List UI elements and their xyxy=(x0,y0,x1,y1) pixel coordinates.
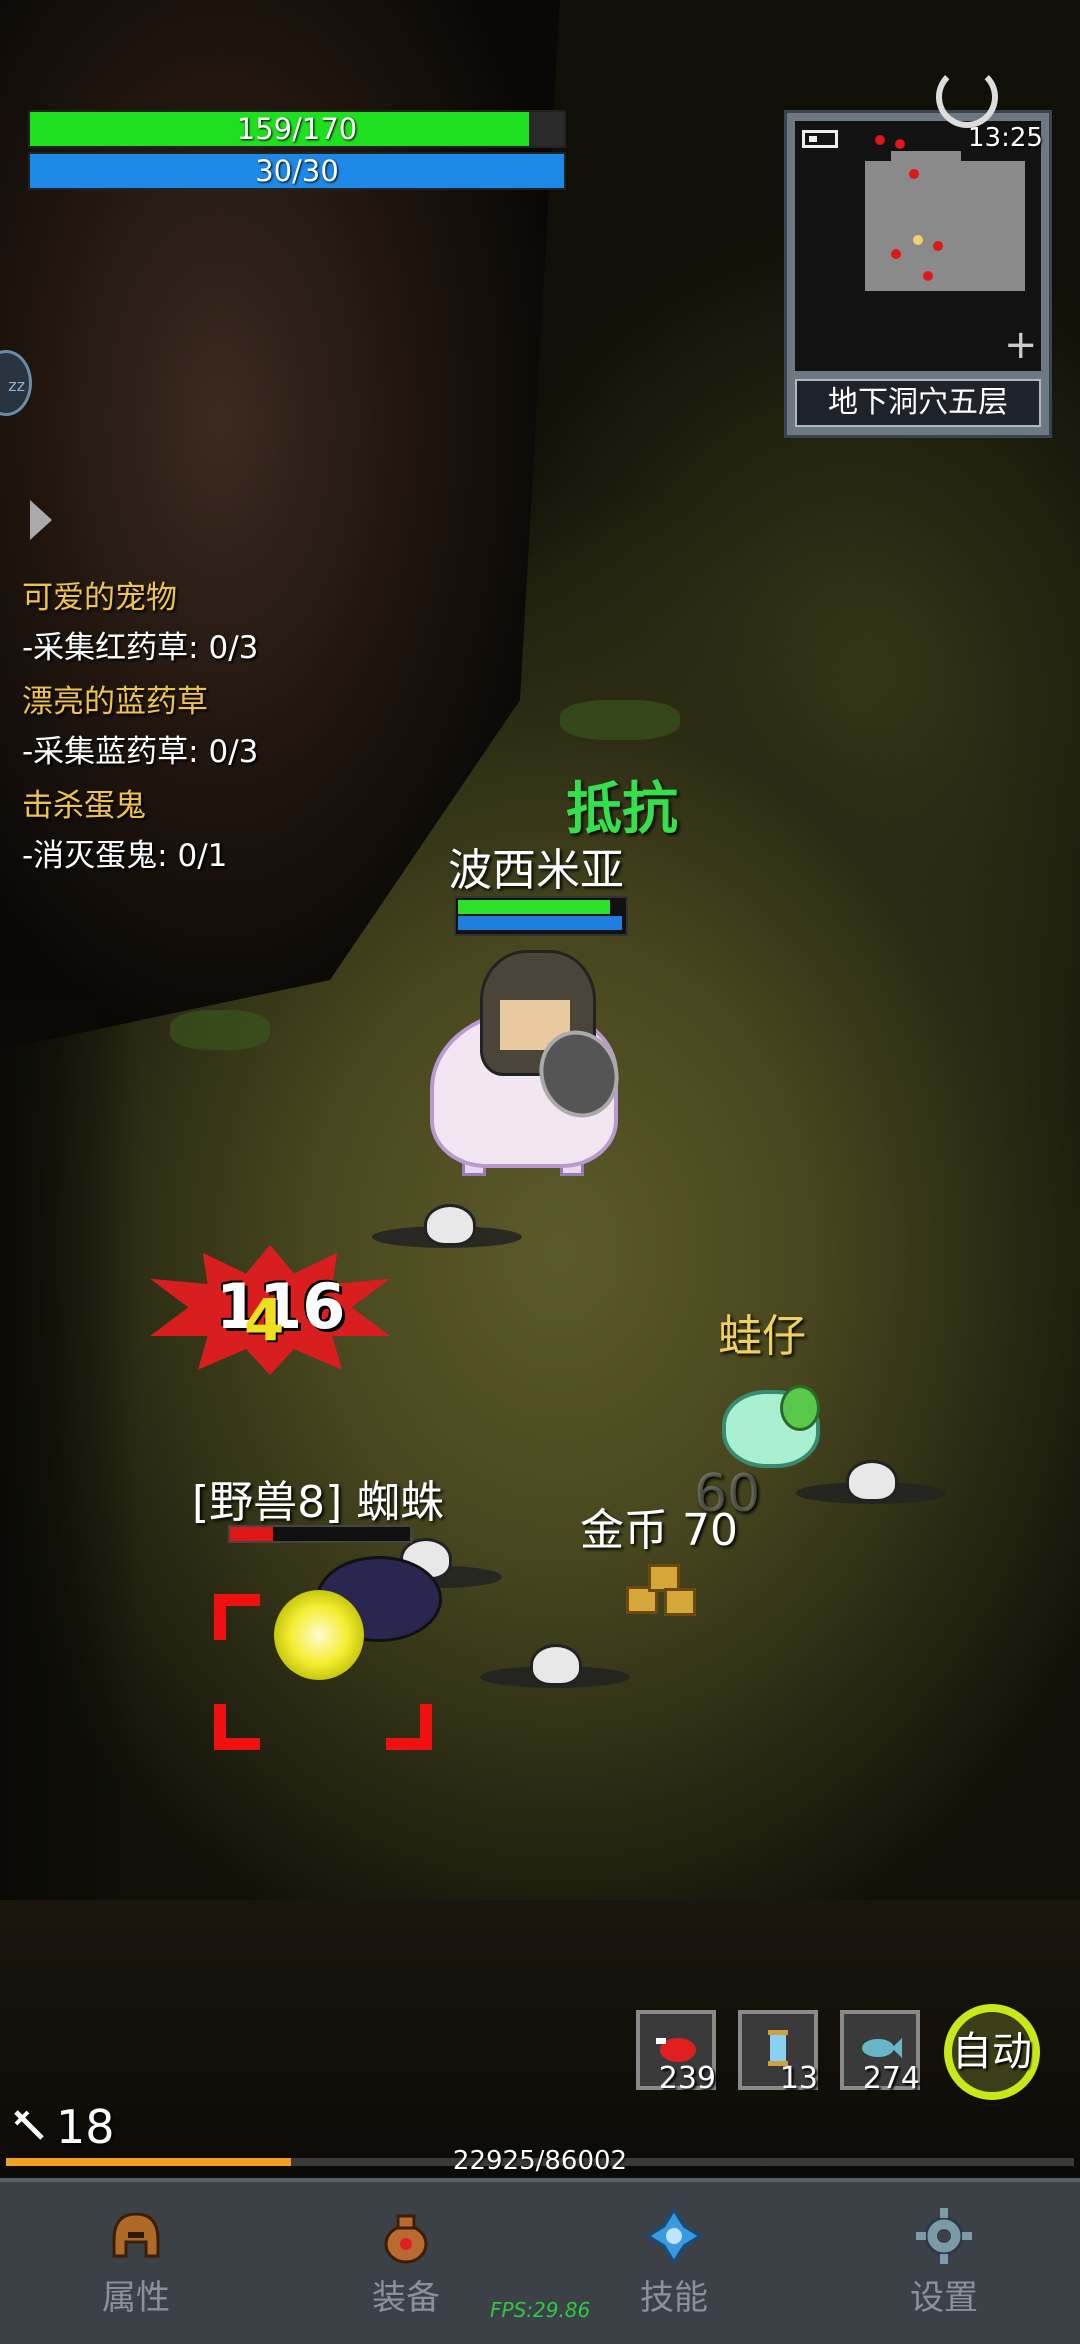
frog-leaf xyxy=(780,1385,820,1431)
target-corner xyxy=(214,1704,260,1750)
zoom-plus-icon[interactable]: + xyxy=(1004,322,1038,368)
map-enemy-dot xyxy=(909,169,919,179)
nav-attributes[interactable]: 属性 xyxy=(66,2206,206,2326)
enemy-name: [野兽8] 蜘蛛 xyxy=(192,1477,445,1528)
skull-icon xyxy=(530,1644,582,1686)
map-enemy-dot xyxy=(895,139,905,149)
loot-label: 金币 70 xyxy=(580,1505,738,1556)
map-enemy-dot xyxy=(875,135,885,145)
damage-small-number: 4 xyxy=(244,1286,285,1354)
map-terrain xyxy=(865,161,1025,291)
nav-skills[interactable]: 技能 xyxy=(604,2206,744,2326)
quick-item-fish[interactable]: 274 xyxy=(840,2010,920,2096)
refresh-icon[interactable] xyxy=(936,66,998,128)
map-enemy-dot xyxy=(891,249,901,259)
nav-equipment[interactable]: 装备 xyxy=(336,2206,476,2326)
skull-icon xyxy=(846,1460,898,1502)
map-enemy-dot xyxy=(933,241,943,251)
battery-icon xyxy=(802,130,838,148)
moss-patch xyxy=(170,1010,270,1050)
nav-label: 设置 xyxy=(910,2278,978,2318)
player-status-bars xyxy=(454,896,628,936)
fps-counter: FPS:29.86 xyxy=(490,2298,591,2322)
mp-bar: 30/30 xyxy=(28,152,566,190)
enemy-hp-fill xyxy=(230,1527,274,1541)
map-enemy-dot xyxy=(923,271,933,281)
bag-icon xyxy=(384,2214,428,2264)
minimap-location: 地下洞穴五层 xyxy=(795,379,1041,427)
hit-spark xyxy=(274,1590,364,1680)
nav-settings[interactable]: 设置 xyxy=(874,2206,1014,2326)
player-name: 波西米亚 xyxy=(448,845,624,896)
moss-patch xyxy=(560,700,680,740)
nav-label: 装备 xyxy=(372,2278,440,2318)
bottom-nav: 属性 装备 技能 设置 FPS:29.86 xyxy=(0,2178,1080,2344)
quest-title[interactable]: 可爱的宠物 xyxy=(22,572,177,617)
pet-name: 蛙仔 xyxy=(718,1311,806,1362)
skill-gem-icon xyxy=(645,2207,703,2265)
minimap[interactable]: 地下洞穴五层 xyxy=(784,110,1052,438)
quick-item-scroll[interactable]: 13 xyxy=(738,2010,818,2096)
sword-icon xyxy=(14,2110,44,2140)
mp-text: 30/30 xyxy=(255,154,339,188)
auto-button[interactable]: 自动 xyxy=(944,2004,1040,2100)
quest-task: -消灭蛋鬼: 0/1 xyxy=(22,838,228,874)
skull-icon xyxy=(424,1204,476,1246)
resist-text: 抵抗 xyxy=(566,777,678,842)
player-hp-fill xyxy=(458,900,610,914)
clock: 13:25 xyxy=(968,123,1043,153)
quest-task: -采集蓝药草: 0/3 xyxy=(22,734,259,770)
gear-icon xyxy=(916,2208,972,2264)
target-corner xyxy=(386,1704,432,1750)
item-count: 239 xyxy=(658,2061,716,2096)
item-count: 13 xyxy=(779,2061,818,2096)
quest-title[interactable]: 漂亮的蓝药草 xyxy=(22,676,208,721)
xp-text: 22925/86002 xyxy=(452,2146,628,2176)
helmet-icon xyxy=(112,2212,160,2258)
quest-title[interactable]: 击杀蛋鬼 xyxy=(22,780,146,825)
map-player-dot xyxy=(913,235,923,245)
cave-shadow xyxy=(0,1000,140,1950)
expand-arrow-icon[interactable] xyxy=(30,500,52,540)
player-mp-fill xyxy=(458,916,622,930)
target-corner xyxy=(214,1594,260,1640)
enemy-hp-bar xyxy=(228,1525,412,1543)
item-count: 274 xyxy=(862,2061,920,2096)
quick-item-meat[interactable]: 239 xyxy=(636,2010,716,2096)
gold-coins-icon[interactable] xyxy=(626,1564,696,1616)
hp-bar: 159/170 xyxy=(28,110,566,148)
quest-task: -采集红药草: 0/3 xyxy=(22,630,259,666)
hp-text: 159/170 xyxy=(236,112,358,146)
nav-label: 属性 xyxy=(102,2278,170,2318)
nav-label: 技能 xyxy=(640,2278,708,2318)
